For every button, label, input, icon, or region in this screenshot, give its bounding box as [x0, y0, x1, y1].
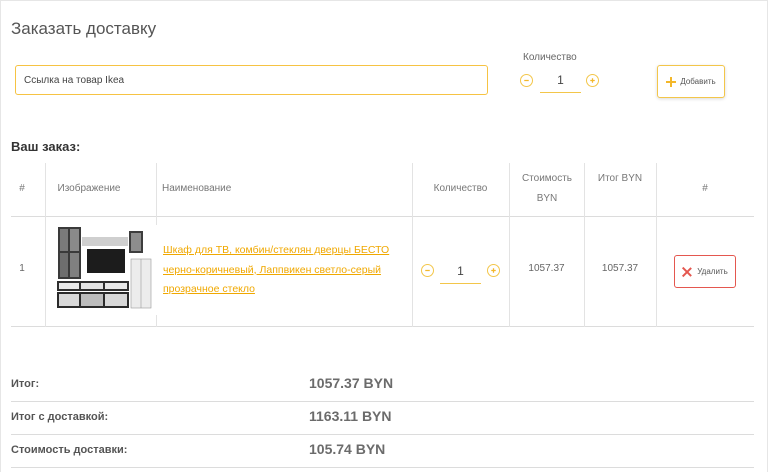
summary-label: Итог с доставкой:: [11, 411, 109, 423]
product-image[interactable]: [55, 225, 159, 315]
column-header-index: #: [19, 183, 25, 194]
summary-value: 1163.11 BYN: [309, 408, 392, 424]
column-divider: [509, 163, 510, 327]
row-quantity-input[interactable]: [440, 258, 481, 284]
plus-circle-icon[interactable]: [487, 264, 500, 277]
row-index: 1: [19, 263, 25, 274]
summary-row-with-delivery: Итог с доставкой: 1163.11 BYN: [11, 402, 754, 435]
column-header-actions: #: [702, 183, 708, 194]
delete-button-label: Удалить: [697, 267, 728, 276]
summary-row-delivery-cost: Стоимость доставки: 105.74 BYN: [11, 435, 754, 468]
summary-label: Итог:: [11, 378, 40, 390]
column-header-image: Изображение: [57, 183, 121, 194]
column-divider: [45, 163, 46, 327]
delete-button[interactable]: Удалить: [674, 255, 736, 288]
order-heading: Ваш заказ:: [11, 139, 81, 154]
summary-value: 1057.37 BYN: [309, 375, 394, 391]
minus-circle-icon[interactable]: [520, 74, 533, 87]
page-title: Заказать доставку: [11, 19, 157, 38]
summary-row-subtotal: Итог: 1057.37 BYN: [11, 369, 754, 402]
row-total: 1057.37: [601, 263, 639, 274]
add-quantity-input[interactable]: [540, 67, 581, 93]
add-button[interactable]: Добавить: [657, 65, 725, 98]
add-button-label: Добавить: [680, 77, 716, 86]
summary-label: Стоимость доставки:: [11, 444, 128, 456]
table-divider: [11, 326, 754, 327]
close-icon: [682, 267, 692, 277]
plus-icon: [666, 76, 677, 87]
column-header-name: Наименование: [162, 183, 232, 194]
column-header-quantity: Количество: [433, 183, 488, 194]
column-header-price: Стоимость BYN: [521, 173, 573, 204]
column-divider: [584, 163, 585, 327]
row-price: 1057.37: [528, 263, 565, 274]
minus-circle-icon[interactable]: [421, 264, 434, 277]
quantity-label: Количество: [523, 52, 577, 63]
plus-circle-icon[interactable]: [586, 74, 599, 87]
product-link-input[interactable]: [15, 65, 488, 95]
product-name-link[interactable]: Шкаф для ТВ, комбин/стеклян дверцы БЕСТО…: [163, 241, 403, 300]
table-divider: [11, 216, 754, 217]
column-header-total: Итог BYN: [597, 173, 643, 184]
summary-value: 105.74 BYN: [309, 441, 386, 457]
